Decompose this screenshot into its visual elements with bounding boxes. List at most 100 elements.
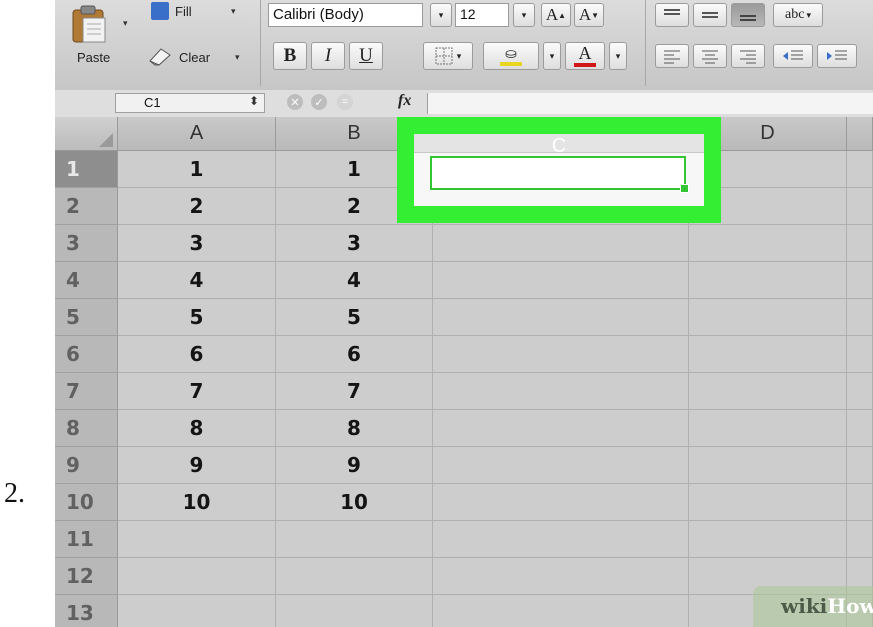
cell-d5[interactable] (689, 299, 847, 336)
cell-a9[interactable]: 9 (118, 447, 276, 484)
confirm-icon[interactable]: ✓ (311, 94, 327, 110)
cell-a8[interactable]: 8 (118, 410, 276, 447)
clear-label[interactable]: Clear (179, 50, 210, 65)
name-box[interactable]: C1 (115, 93, 265, 113)
grow-font-button[interactable]: A ▲ (541, 3, 571, 27)
cell-c8[interactable] (433, 410, 689, 447)
fill-label[interactable]: Fill (175, 4, 192, 19)
cell-a6[interactable]: 6 (118, 336, 276, 373)
cell[interactable] (847, 188, 873, 225)
cell[interactable] (847, 299, 873, 336)
row-header-12[interactable]: 12 (55, 558, 118, 595)
cell-a1[interactable]: 1 (118, 151, 276, 188)
row-header-13[interactable]: 13 (55, 595, 118, 627)
clear-dropdown-icon[interactable]: ▾ (235, 52, 240, 63)
font-color-button[interactable]: A (565, 42, 605, 70)
align-bottom-button[interactable] (731, 3, 765, 27)
cell-a7[interactable]: 7 (118, 373, 276, 410)
formula-input[interactable] (427, 93, 873, 114)
clipboard-icon[interactable] (69, 4, 109, 44)
cell-d6[interactable] (689, 336, 847, 373)
cell-b3[interactable]: 3 (276, 225, 433, 262)
row-header-10[interactable]: 10 (55, 484, 118, 521)
cell[interactable] (847, 151, 873, 188)
cell[interactable] (847, 521, 873, 558)
cell-a4[interactable]: 4 (118, 262, 276, 299)
font-name-field[interactable]: Calibri (Body) (268, 3, 423, 27)
cell-b12[interactable] (276, 558, 433, 595)
cell-b7[interactable]: 7 (276, 373, 433, 410)
font-size-field[interactable]: 12 (455, 3, 509, 27)
row-header-9[interactable]: 9 (55, 447, 118, 484)
cell-d3[interactable] (689, 225, 847, 262)
cell-b5[interactable]: 5 (276, 299, 433, 336)
cell-d4[interactable] (689, 262, 847, 299)
cell-d9[interactable] (689, 447, 847, 484)
cell-a5[interactable]: 5 (118, 299, 276, 336)
cancel-icon[interactable]: ✕ (287, 94, 303, 110)
paste-dropdown-icon[interactable]: ▾ (123, 18, 128, 29)
align-top-button[interactable] (655, 3, 689, 27)
cell-b4[interactable]: 4 (276, 262, 433, 299)
cell-a2[interactable]: 2 (118, 188, 276, 225)
row-header-4[interactable]: 4 (55, 262, 118, 299)
cell-b9[interactable]: 9 (276, 447, 433, 484)
fill-dropdown-icon[interactable]: ▾ (231, 6, 236, 17)
fill-color-dropdown[interactable]: ▾ (543, 42, 561, 70)
row-header-2[interactable]: 2 (55, 188, 118, 225)
insert-function-button[interactable]: fx (398, 92, 411, 110)
cell-b8[interactable]: 8 (276, 410, 433, 447)
cell-c9[interactable] (433, 447, 689, 484)
cell-c4[interactable] (433, 262, 689, 299)
cell-b6[interactable]: 6 (276, 336, 433, 373)
row-header-11[interactable]: 11 (55, 521, 118, 558)
column-header-c[interactable]: C (414, 134, 704, 153)
eraser-icon[interactable] (147, 46, 173, 66)
row-header-5[interactable]: 5 (55, 299, 118, 336)
align-left-button[interactable] (655, 44, 689, 68)
cell-b13[interactable] (276, 595, 433, 627)
row-header-8[interactable]: 8 (55, 410, 118, 447)
cell-c11[interactable] (433, 521, 689, 558)
cell[interactable] (847, 484, 873, 521)
cell-c10[interactable] (433, 484, 689, 521)
column-header-a[interactable]: A (118, 117, 276, 151)
cell-d7[interactable] (689, 373, 847, 410)
underline-button[interactable]: U (349, 42, 383, 70)
cell-c6[interactable] (433, 336, 689, 373)
cell[interactable] (847, 410, 873, 447)
cell-a11[interactable] (118, 521, 276, 558)
borders-button[interactable]: ▾ (423, 42, 473, 70)
orientation-button[interactable]: abc ▾ (773, 3, 823, 27)
paste-label[interactable]: Paste (77, 50, 110, 65)
fill-down-icon[interactable] (151, 2, 169, 20)
cell-c13[interactable] (433, 595, 689, 627)
align-right-button[interactable] (731, 44, 765, 68)
shrink-font-button[interactable]: A ▼ (574, 3, 604, 27)
column-header[interactable] (847, 117, 873, 151)
row-header-6[interactable]: 6 (55, 336, 118, 373)
cell-b10[interactable]: 10 (276, 484, 433, 521)
cell-d8[interactable] (689, 410, 847, 447)
cell[interactable] (847, 336, 873, 373)
align-middle-button[interactable] (693, 3, 727, 27)
font-color-dropdown[interactable]: ▾ (609, 42, 627, 70)
cell[interactable] (847, 262, 873, 299)
row-header-3[interactable]: 3 (55, 225, 118, 262)
cell-a12[interactable] (118, 558, 276, 595)
cell-c7[interactable] (433, 373, 689, 410)
cell[interactable] (847, 447, 873, 484)
cell-b11[interactable] (276, 521, 433, 558)
font-name-dropdown[interactable]: ▾ (430, 3, 452, 27)
italic-button[interactable]: I (311, 42, 345, 70)
fill-color-button[interactable]: ⛀ (483, 42, 539, 70)
cell-c3[interactable] (433, 225, 689, 262)
increase-indent-button[interactable] (817, 44, 857, 68)
decrease-indent-button[interactable] (773, 44, 813, 68)
formula-builder-icon[interactable]: = (337, 94, 353, 110)
name-box-stepper-icon[interactable]: ⬍ (249, 94, 259, 108)
cell[interactable] (847, 225, 873, 262)
fill-handle[interactable] (680, 184, 689, 193)
bold-button[interactable]: B (273, 42, 307, 70)
cell-a10[interactable]: 10 (118, 484, 276, 521)
